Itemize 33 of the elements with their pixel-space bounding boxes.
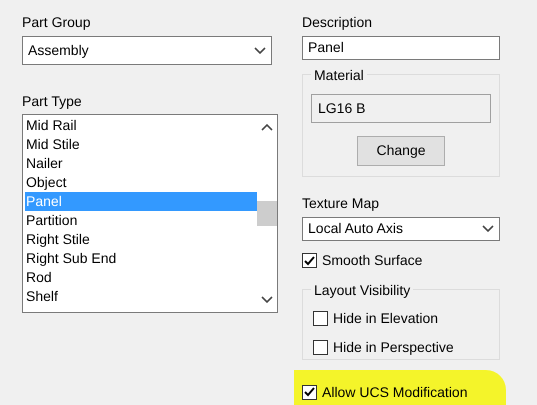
list-item[interactable]: Object [25,173,257,192]
chevron-down-icon [482,224,494,233]
checkbox-label: Hide in Perspective [333,338,454,358]
list-item[interactable]: Rod [25,268,257,287]
field-label: Texture Map [302,194,380,213]
chevron-up-icon [261,123,273,131]
checkbox[interactable] [313,340,328,356]
list-item[interactable]: Partition [25,211,257,230]
checkbox[interactable] [302,384,317,400]
checkbox-label: Hide in Elevation [333,309,438,328]
list-item[interactable]: Shelf [25,287,257,306]
list-item[interactable]: Mid Rail [25,116,257,135]
field-label: Part Type [22,92,83,111]
checkmark-icon [304,256,315,266]
checkbox[interactable] [302,253,317,268]
list-item[interactable]: Right Sub End [25,249,257,268]
dropdown[interactable]: Assembly [22,36,272,65]
chevron-down-icon [254,46,266,54]
checkmark-icon [304,387,315,397]
scrollbar-thumb[interactable] [257,201,277,226]
list-item[interactable]: Right Stile [25,230,257,249]
chevron-down-icon [261,296,273,304]
input-field[interactable]: Panel [302,36,500,60]
change-button[interactable]: Change [357,136,445,166]
list-item[interactable]: Nailer [25,154,257,173]
checkbox-label: Allow UCS Modification [322,382,468,402]
field-label: Description [302,13,374,32]
checkbox[interactable] [313,311,328,326]
material-field: LG16 B [311,94,491,123]
list-item[interactable]: Mid Stile [25,135,257,154]
field-label: Part Group [22,13,92,32]
checkbox-label: Smooth Surface [322,251,422,270]
dropdown[interactable]: Local Auto Axis [302,216,500,242]
